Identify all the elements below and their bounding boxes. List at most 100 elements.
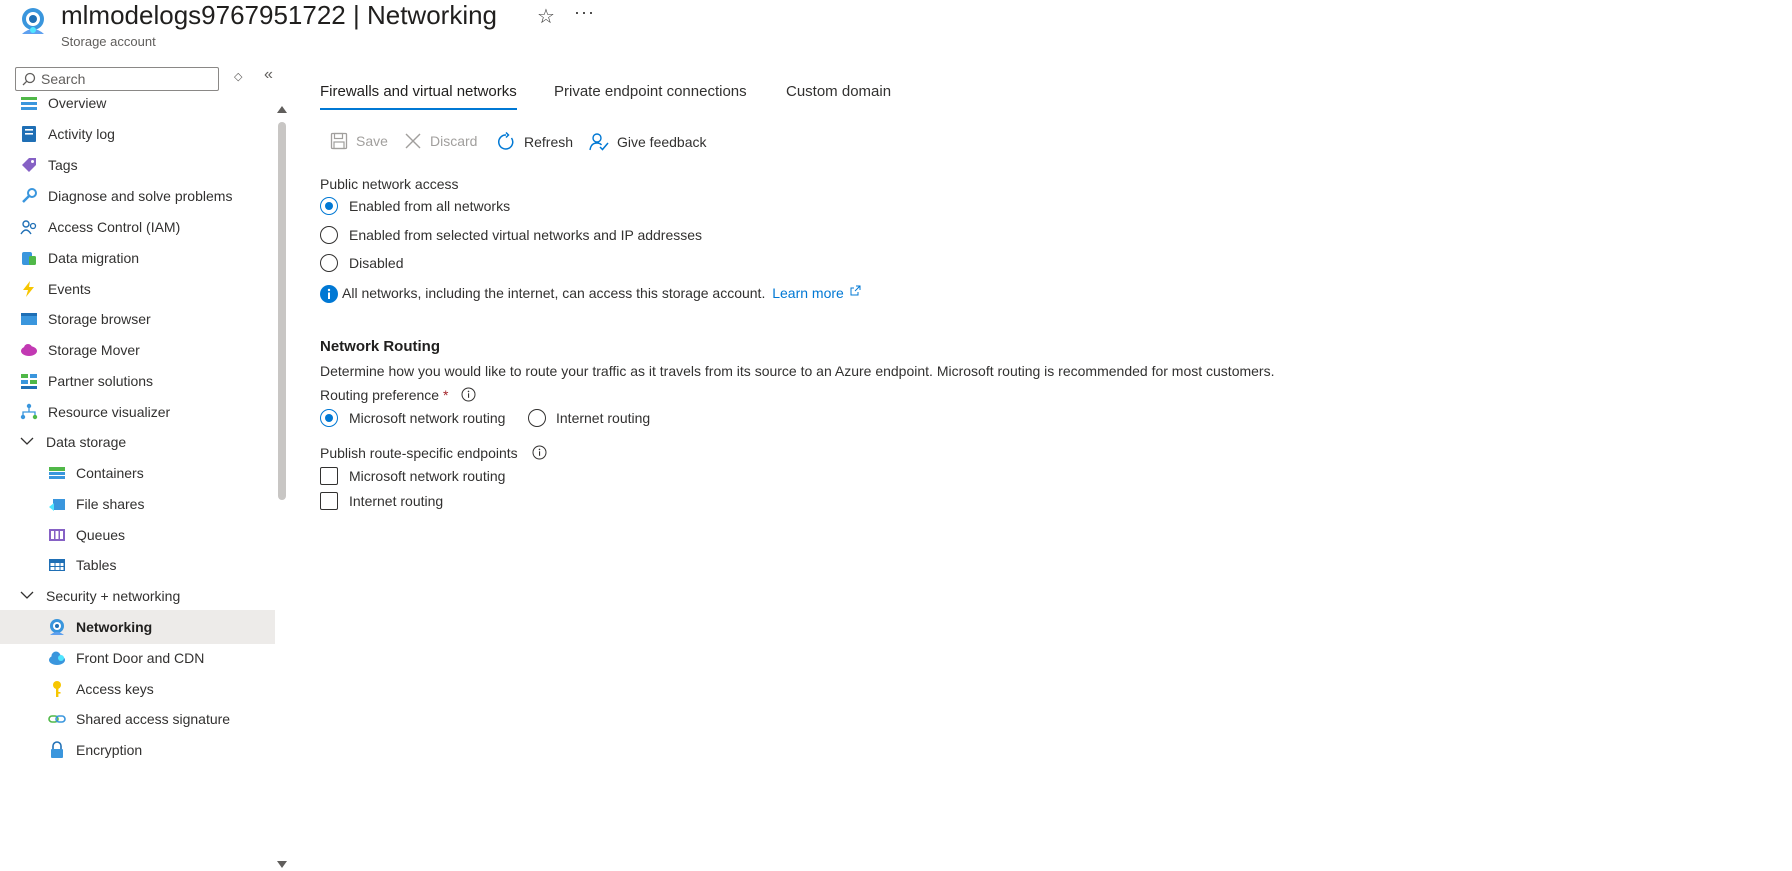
refresh-button[interactable]: Refresh bbox=[496, 132, 573, 152]
tab-firewalls-and-virtual-networks[interactable]: Firewalls and virtual networks bbox=[320, 78, 517, 110]
sidebar-item-overview[interactable]: Overview bbox=[0, 86, 275, 120]
networking-logo-icon bbox=[22, 8, 44, 34]
sidebar-item-label: Activity log bbox=[48, 126, 115, 142]
page-subtitle: Storage account bbox=[61, 34, 156, 49]
publish-endpoints-info-icon[interactable] bbox=[532, 445, 547, 460]
publish-endpoints-label: Publish route-specific endpoints bbox=[320, 445, 518, 461]
sidebar-item-storage-mover[interactable]: Storage Mover bbox=[0, 333, 275, 367]
sidebar-item-events[interactable]: Events bbox=[0, 272, 275, 306]
checkbox-internet-routing-label[interactable]: Internet routing bbox=[349, 493, 443, 509]
scroll-up-arrow-icon[interactable] bbox=[277, 106, 287, 113]
sidebar-scrollbar[interactable] bbox=[275, 106, 289, 868]
page-header: mlmodelogs9767951722 | Networking Storag… bbox=[0, 0, 1792, 56]
sidebar-item-label: Security + networking bbox=[46, 588, 181, 604]
file-share-icon bbox=[48, 495, 66, 513]
more-actions-button[interactable]: ··· bbox=[574, 2, 595, 23]
radio-microsoft-network-routing-label[interactable]: Microsoft network routing bbox=[349, 410, 505, 426]
required-mark: * bbox=[442, 387, 449, 403]
external-link-icon bbox=[850, 285, 861, 296]
feedback-icon bbox=[589, 133, 609, 151]
collapse-sidebar-icon[interactable]: « bbox=[264, 66, 273, 84]
sidebar-item-resource-visualizer[interactable]: Resource visualizer bbox=[0, 395, 275, 429]
sidebar-item-tags[interactable]: Tags bbox=[0, 148, 275, 182]
radio-enabled-all-networks-label[interactable]: Enabled from all networks bbox=[349, 198, 510, 214]
sidebar-item-networking[interactable]: Networking bbox=[0, 610, 275, 644]
info-message: All networks, including the internet, ca… bbox=[342, 285, 861, 301]
refresh-label: Refresh bbox=[524, 134, 574, 150]
tab-private-endpoint-connections[interactable]: Private endpoint connections bbox=[554, 78, 747, 108]
radio-microsoft-network-routing[interactable] bbox=[320, 409, 338, 427]
radio-disabled[interactable] bbox=[320, 254, 338, 272]
info-icon bbox=[320, 285, 338, 303]
sidebar-item-access-keys[interactable]: Access keys bbox=[0, 672, 275, 706]
sidebar-group-security-networking[interactable]: Security + networking bbox=[0, 579, 275, 613]
checkbox-microsoft-network-routing[interactable] bbox=[320, 467, 338, 485]
sidebar-item-file-shares[interactable]: File shares bbox=[0, 487, 275, 521]
tab-custom-domain[interactable]: Custom domain bbox=[786, 78, 891, 108]
sidebar-item-label: File shares bbox=[76, 496, 145, 512]
overview-icon bbox=[20, 94, 38, 112]
sidebar-item-label: Queues bbox=[76, 527, 126, 543]
checkbox-microsoft-network-routing-label[interactable]: Microsoft network routing bbox=[349, 468, 505, 484]
key-icon bbox=[48, 680, 66, 698]
sidebar-item-label: Data migration bbox=[48, 250, 140, 266]
tag-icon bbox=[20, 156, 38, 174]
save-label: Save bbox=[356, 133, 388, 149]
scrollbar-thumb[interactable] bbox=[278, 122, 286, 500]
radio-disabled-label[interactable]: Disabled bbox=[349, 255, 403, 271]
discard-button[interactable]: Discard bbox=[404, 132, 477, 150]
networking-icon bbox=[48, 618, 66, 636]
sidebar-item-diagnose-and-solve-problems[interactable]: Diagnose and solve problems bbox=[0, 179, 275, 213]
partner-icon bbox=[20, 372, 38, 390]
checkbox-internet-routing[interactable] bbox=[320, 492, 338, 510]
radio-enabled-all-networks[interactable] bbox=[320, 197, 338, 215]
sidebar-item-access-control-iam[interactable]: Access Control (IAM) bbox=[0, 210, 275, 244]
sidebar-item-shared-access-signature[interactable]: Shared access signature bbox=[0, 702, 275, 736]
refresh-icon bbox=[498, 132, 514, 150]
network-routing-title: Network Routing bbox=[320, 338, 440, 355]
sidebar-item-queues[interactable]: Queues bbox=[0, 518, 275, 552]
sidebar-item-data-migration[interactable]: Data migration bbox=[0, 241, 275, 275]
network-routing-description: Determine how you would like to route yo… bbox=[320, 363, 1275, 379]
sidebar-item-label: Front Door and CDN bbox=[76, 650, 205, 666]
scroll-down-arrow-icon[interactable] bbox=[277, 861, 287, 868]
sidebar-item-front-door-and-cdn[interactable]: Front Door and CDN bbox=[0, 641, 275, 675]
radio-enabled-selected-networks[interactable] bbox=[320, 226, 338, 244]
give-feedback-label: Give feedback bbox=[617, 134, 707, 150]
queue-icon bbox=[48, 526, 66, 544]
sidebar-item-storage-browser[interactable]: Storage browser bbox=[0, 302, 275, 336]
sidebar-item-label: Tags bbox=[48, 157, 78, 173]
cloud-icon bbox=[48, 649, 66, 667]
sidebar-item-label: Encryption bbox=[76, 742, 143, 758]
routing-preference-label: Routing preference * bbox=[320, 387, 448, 403]
save-icon bbox=[330, 132, 348, 150]
folder-icon bbox=[20, 310, 38, 328]
learn-more-link[interactable]: Learn more bbox=[772, 285, 844, 301]
sidebar-item-encryption[interactable]: Encryption bbox=[0, 733, 275, 767]
sidebar-item-containers[interactable]: Containers bbox=[0, 456, 275, 490]
expand-collapse-toggle-icon[interactable]: ◇ bbox=[234, 70, 242, 83]
favorite-star-icon[interactable]: ☆ bbox=[537, 4, 555, 29]
container-icon bbox=[48, 464, 66, 482]
sidebar-item-label: Overview bbox=[48, 95, 107, 111]
radio-internet-routing[interactable] bbox=[528, 409, 546, 427]
migration-icon bbox=[20, 249, 38, 267]
routing-preference-info-icon[interactable] bbox=[461, 387, 476, 402]
lightning-icon bbox=[20, 280, 38, 298]
sidebar-item-partner-solutions[interactable]: Partner solutions bbox=[0, 364, 275, 398]
sidebar-item-label: Storage Mover bbox=[48, 342, 140, 358]
save-button[interactable]: Save bbox=[330, 132, 388, 150]
search-icon bbox=[22, 72, 36, 86]
sidebar-item-label: Shared access signature bbox=[76, 711, 231, 727]
give-feedback-button[interactable]: Give feedback bbox=[589, 132, 707, 152]
sidebar-item-label: Partner solutions bbox=[48, 373, 154, 389]
page-title: mlmodelogs9767951722 | Networking bbox=[61, 0, 498, 30]
sidebar-group-data-storage[interactable]: Data storage bbox=[0, 425, 275, 459]
lock-icon bbox=[48, 741, 66, 759]
info-message-text: All networks, including the internet, ca… bbox=[342, 285, 766, 301]
sidebar-item-activity-log[interactable]: Activity log bbox=[0, 117, 275, 151]
radio-internet-routing-label[interactable]: Internet routing bbox=[556, 410, 650, 426]
cloud-mover-icon bbox=[20, 341, 38, 359]
radio-enabled-selected-networks-label[interactable]: Enabled from selected virtual networks a… bbox=[349, 227, 702, 243]
sidebar-item-tables[interactable]: Tables bbox=[0, 548, 275, 582]
